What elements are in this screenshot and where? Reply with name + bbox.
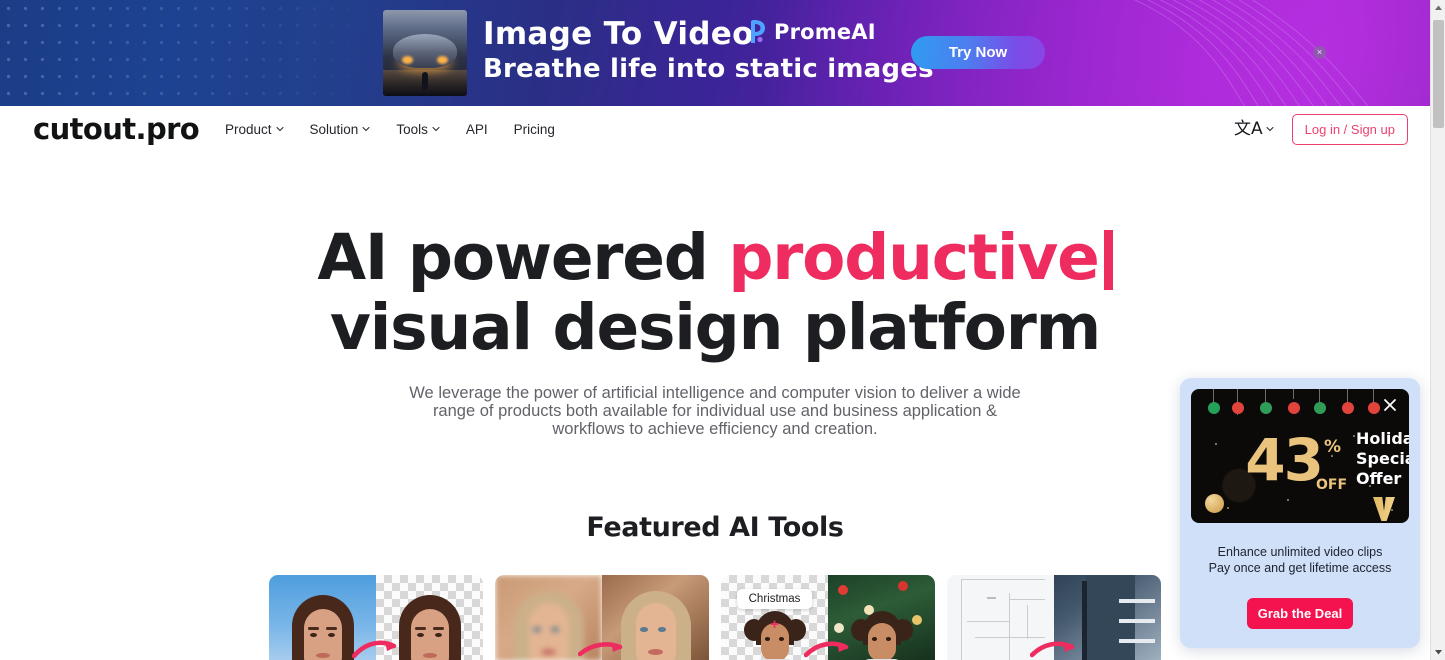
ad-wave-lines xyxy=(1133,0,1369,106)
site-logo[interactable]: cutout.pro xyxy=(33,112,200,146)
tool-card-background-generator[interactable]: Christmas + xyxy=(721,575,935,660)
nav-item-solution-label: Solution xyxy=(309,121,359,137)
transform-arrow-icon xyxy=(1030,641,1075,658)
chevron-down-icon xyxy=(1266,125,1274,133)
nav-item-pricing[interactable]: Pricing xyxy=(514,122,555,137)
promo-description-line2: Pay once and get lifetime access xyxy=(1208,561,1392,575)
ad-subtitle: Breathe life into static images xyxy=(483,54,934,84)
chevron-down-icon xyxy=(432,125,440,133)
promo-popup: 43 % OFF Holiday Special Offer Enhance u… xyxy=(1180,378,1420,648)
ad-thumbnail-image xyxy=(383,10,467,96)
ad-dot-pattern xyxy=(0,0,420,106)
gold-ornament-icon xyxy=(1205,494,1224,513)
scrollbar-up-arrow-icon[interactable] xyxy=(1431,0,1445,16)
promo-discount-number: 43 xyxy=(1245,426,1324,494)
nav-item-product[interactable]: Product xyxy=(225,122,284,137)
typing-cursor-icon xyxy=(1103,230,1113,290)
promo-banner-image: 43 % OFF Holiday Special Offer xyxy=(1191,389,1409,523)
hero-headline-accent: productive xyxy=(728,221,1099,294)
ad-try-now-button[interactable]: Try Now xyxy=(911,36,1045,69)
scrollbar-down-arrow-icon[interactable] xyxy=(1431,644,1445,660)
promo-headline: Holiday Special Offer xyxy=(1356,429,1409,489)
promo-percent-sign: % xyxy=(1324,437,1342,457)
hero-headline-static: AI powered xyxy=(317,221,729,294)
promo-off-label: OFF xyxy=(1316,477,1348,493)
page-root: Image To Video PromeAI Breathe life into… xyxy=(0,0,1445,660)
hero-headline-line2: visual design platform xyxy=(329,291,1101,365)
ad-brand-name: PromeAI xyxy=(774,19,876,44)
hero-paragraph: We leverage the power of artificial inte… xyxy=(409,383,1021,439)
login-signup-button[interactable]: Log in / Sign up xyxy=(1291,113,1408,145)
chevron-down-icon xyxy=(362,125,370,133)
nav-links: Product Solution Tools API Pricing xyxy=(225,106,555,152)
tool-card-background-remover[interactable] xyxy=(269,575,483,660)
featured-cards: Christmas + xyxy=(269,575,1161,660)
grab-the-deal-button[interactable]: Grab the Deal xyxy=(1247,598,1353,629)
promeai-logo-icon xyxy=(748,19,767,44)
ad-close-icon[interactable]: × xyxy=(1313,46,1326,59)
ad-title: Image To Video xyxy=(483,16,754,52)
promo-close-icon[interactable] xyxy=(1379,395,1401,417)
nav-item-tools[interactable]: Tools xyxy=(396,122,440,137)
transform-arrow-icon xyxy=(804,641,849,658)
card3-plus-icon: + xyxy=(770,616,779,633)
scrollbar-thumb[interactable] xyxy=(1433,20,1444,128)
promo-description-line1: Enhance unlimited video clips xyxy=(1217,545,1383,559)
navbar-right: 文A Log in / Sign up xyxy=(1234,106,1408,152)
card3-prompt-tag: Christmas xyxy=(736,589,813,609)
site-navbar xyxy=(0,106,1430,152)
nav-item-api[interactable]: API xyxy=(466,122,488,137)
nav-item-solution[interactable]: Solution xyxy=(310,122,371,137)
top-ad-banner[interactable]: Image To Video PromeAI Breathe life into… xyxy=(0,0,1430,106)
tool-card-photo-enhancer[interactable] xyxy=(495,575,709,660)
transform-arrow-icon xyxy=(578,642,623,657)
promo-description: Enhance unlimited video clips Pay once a… xyxy=(1180,544,1420,576)
tool-card-sketch-to-render[interactable] xyxy=(947,575,1161,660)
page-scrollbar[interactable] xyxy=(1430,0,1445,660)
transform-arrow-icon xyxy=(352,640,397,659)
language-switcher[interactable]: 文A xyxy=(1234,118,1274,139)
translate-icon: 文A xyxy=(1234,118,1263,139)
nav-item-product-label: Product xyxy=(225,121,272,137)
hero-headline: AI powered productive visual design plat… xyxy=(0,152,1430,361)
ad-brand-logo: PromeAI xyxy=(748,19,876,44)
chevron-down-icon xyxy=(276,125,284,133)
nav-item-tools-label: Tools xyxy=(396,121,428,137)
